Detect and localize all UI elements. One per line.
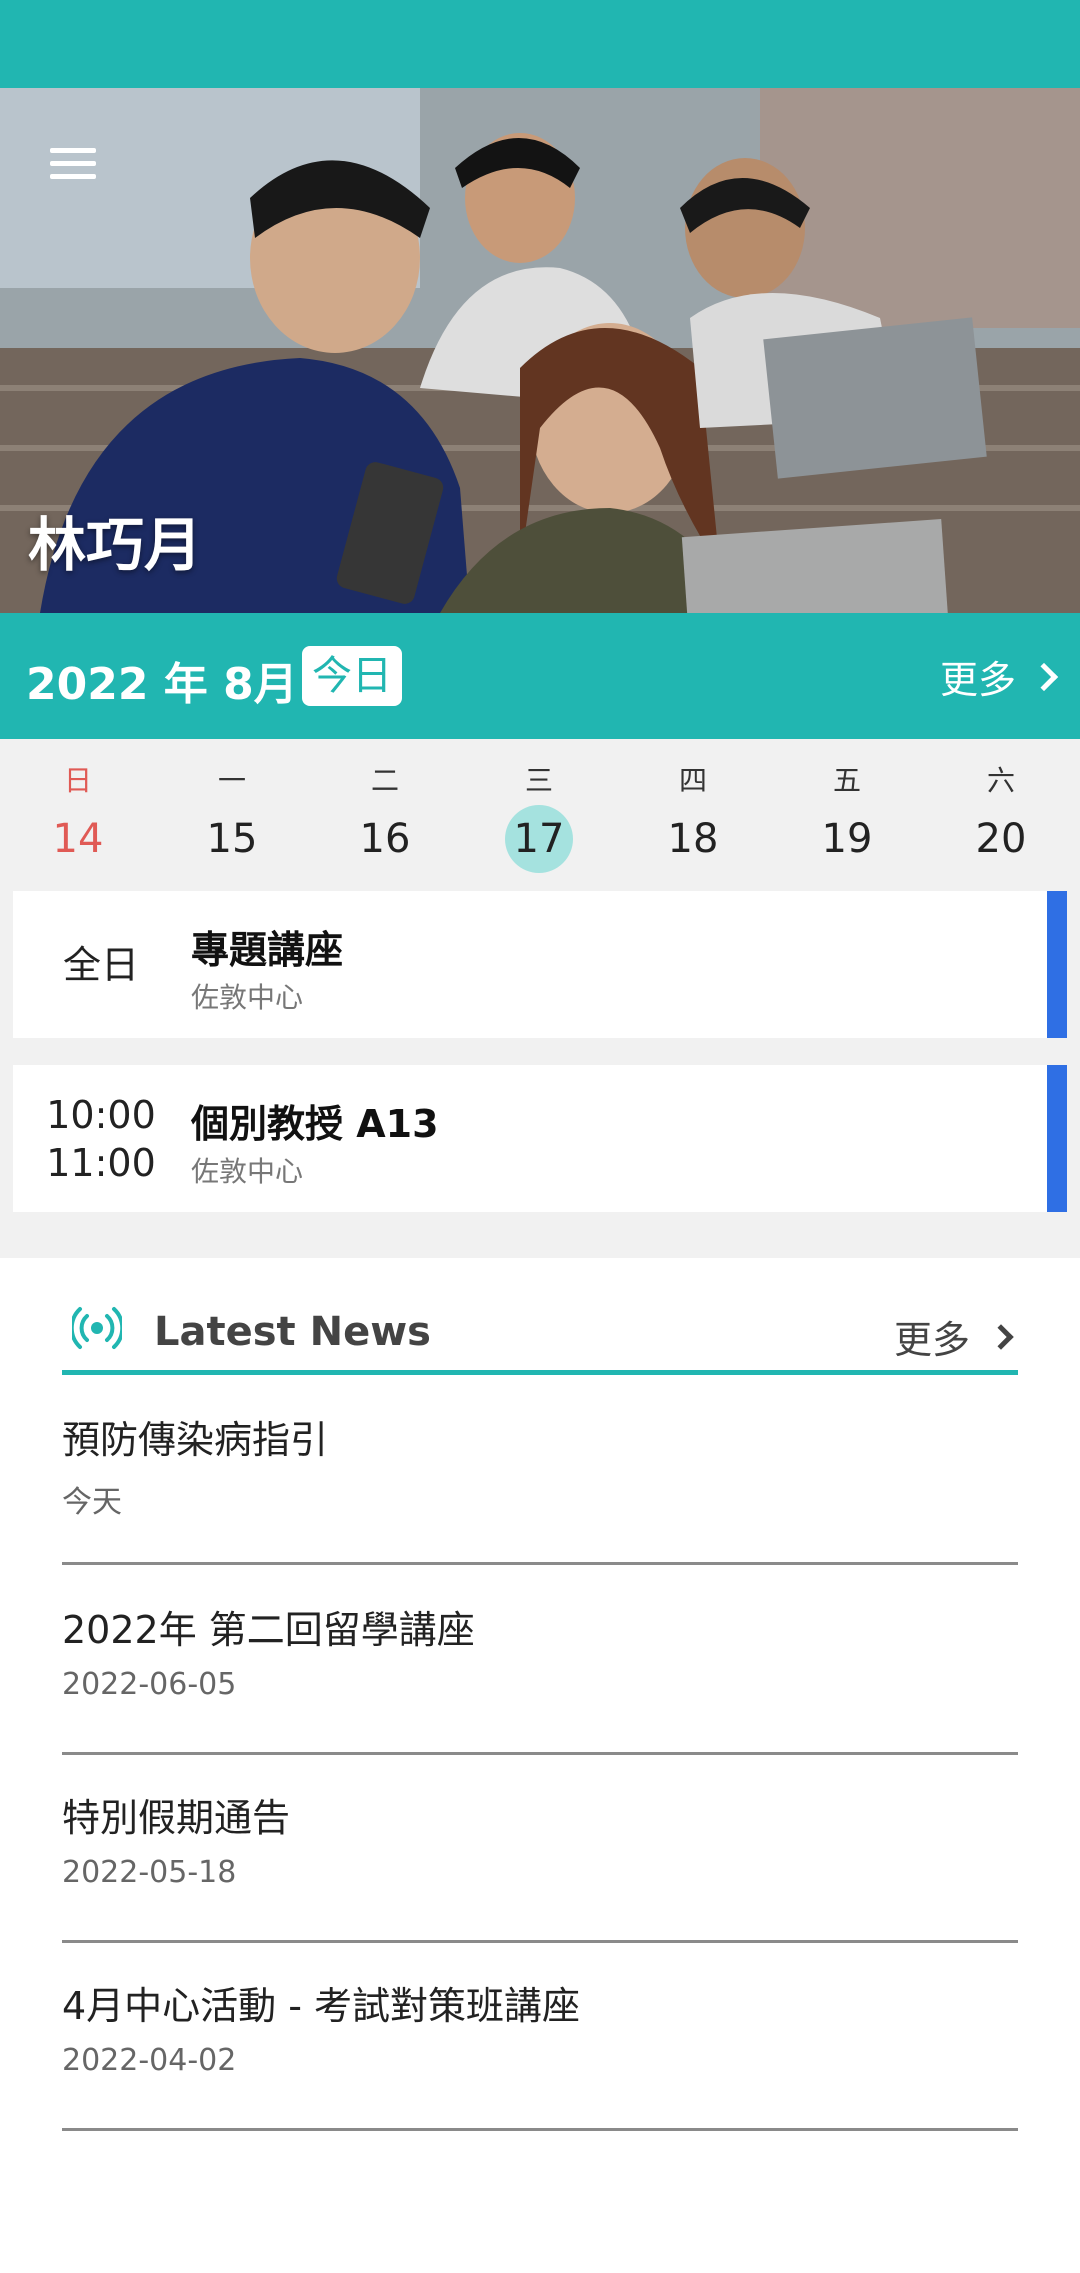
weekday-label: 一 — [217, 764, 246, 797]
weekday-label: 二 — [370, 764, 399, 797]
event-time: 10:00 11:00 — [13, 1065, 189, 1212]
news-item-title: 2022年 第二回留學講座 — [62, 1608, 475, 1652]
news-item-date: 2022-04-02 — [62, 2043, 237, 2078]
event-location: 佐敦中心 — [191, 1155, 304, 1188]
news-item-date: 2022-05-18 — [62, 1855, 237, 1890]
news-item-date: 2022-06-05 — [62, 1667, 237, 1702]
news-item-title: 4月中心活動 - 考試對策班講座 — [62, 1984, 581, 2028]
news-item[interactable]: 預防傳染病指引 今天 — [62, 1377, 1018, 1565]
hamburger-icon[interactable] — [50, 148, 96, 184]
news-header: Latest News 更多 — [62, 1295, 1018, 1375]
news-more-button[interactable]: 更多 — [893, 1309, 1014, 1364]
weekday-label: 六 — [986, 764, 1015, 797]
calendar-more-label: 更多 — [939, 658, 1016, 702]
status-bar — [0, 0, 1080, 88]
day-number: 18 — [667, 816, 719, 862]
event-card[interactable]: 全日 專題講座 佐敦中心 — [13, 891, 1067, 1038]
day-cell-16[interactable]: 二 16 — [335, 759, 435, 873]
event-title: 專題講座 — [191, 928, 344, 972]
event-color-bar — [1047, 891, 1067, 1038]
calendar-more-button[interactable]: 更多 — [939, 649, 1059, 704]
day-cell-18[interactable]: 四 18 — [643, 759, 743, 873]
event-start-time: 10:00 — [46, 1092, 156, 1137]
news-item[interactable]: 2022年 第二回留學講座 2022-06-05 — [62, 1567, 1018, 1755]
day-cell-20[interactable]: 六 20 — [951, 759, 1051, 873]
news-item[interactable]: 4月中心活動 - 考試對策班講座 2022-04-02 — [62, 1943, 1018, 2131]
weekday-label: 日 — [63, 764, 92, 797]
event-time: 全日 — [13, 891, 189, 1038]
day-number: 20 — [975, 816, 1027, 862]
day-cell-15[interactable]: 一 15 — [182, 759, 282, 873]
news-item-title: 特別假期通告 — [62, 1796, 291, 1840]
chevron-right-icon — [988, 1323, 1014, 1350]
event-all-day: 全日 — [62, 942, 139, 987]
today-button[interactable]: 今日 — [302, 646, 402, 706]
week-strip: 日 14 一 15 二 16 三 17 四 18 五 19 六 20 — [0, 739, 1080, 891]
hero-banner: 林巧月 — [0, 88, 1080, 613]
day-cell-19[interactable]: 五 19 — [797, 759, 897, 873]
news-item-title: 預防傳染病指引 — [62, 1418, 329, 1462]
event-location: 佐敦中心 — [191, 981, 304, 1014]
app-screen: 林巧月 2022 年 8月 今日 更多 日 14 一 15 二 16 三 17 … — [0, 0, 1080, 2273]
month-label: 2022 年 8月 — [26, 659, 298, 710]
weekday-label: 四 — [678, 764, 707, 797]
news-item[interactable]: 特別假期通告 2022-05-18 — [62, 1755, 1018, 1943]
event-color-bar — [1047, 1065, 1067, 1212]
chevron-right-icon — [1029, 662, 1059, 691]
day-number: 16 — [359, 816, 411, 862]
user-name: 林巧月 — [28, 511, 203, 579]
day-cell-14[interactable]: 日 14 — [28, 759, 128, 873]
weekday-label: 三 — [524, 764, 553, 797]
event-card[interactable]: 10:00 11:00 個別教授 A13 佐敦中心 — [13, 1065, 1067, 1212]
weekday-label: 五 — [832, 764, 861, 797]
day-number: 14 — [52, 816, 104, 862]
broadcast-icon — [72, 1307, 122, 1349]
event-title: 個別教授 A13 — [191, 1102, 439, 1146]
events-list: 全日 專題講座 佐敦中心 10:00 11:00 個別教授 A13 佐敦中心 — [0, 891, 1080, 1258]
calendar-header: 2022 年 8月 今日 更多 — [0, 613, 1080, 739]
event-end-time: 11:00 — [46, 1140, 156, 1185]
news-section-title: Latest News — [154, 1309, 431, 1355]
day-number: 15 — [206, 816, 258, 862]
news-more-label: 更多 — [893, 1318, 970, 1362]
day-number: 19 — [821, 816, 873, 862]
day-cell-17-selected[interactable]: 三 17 — [489, 759, 589, 873]
news-item-date: 今天 — [62, 1485, 122, 1520]
day-number: 17 — [505, 805, 573, 873]
